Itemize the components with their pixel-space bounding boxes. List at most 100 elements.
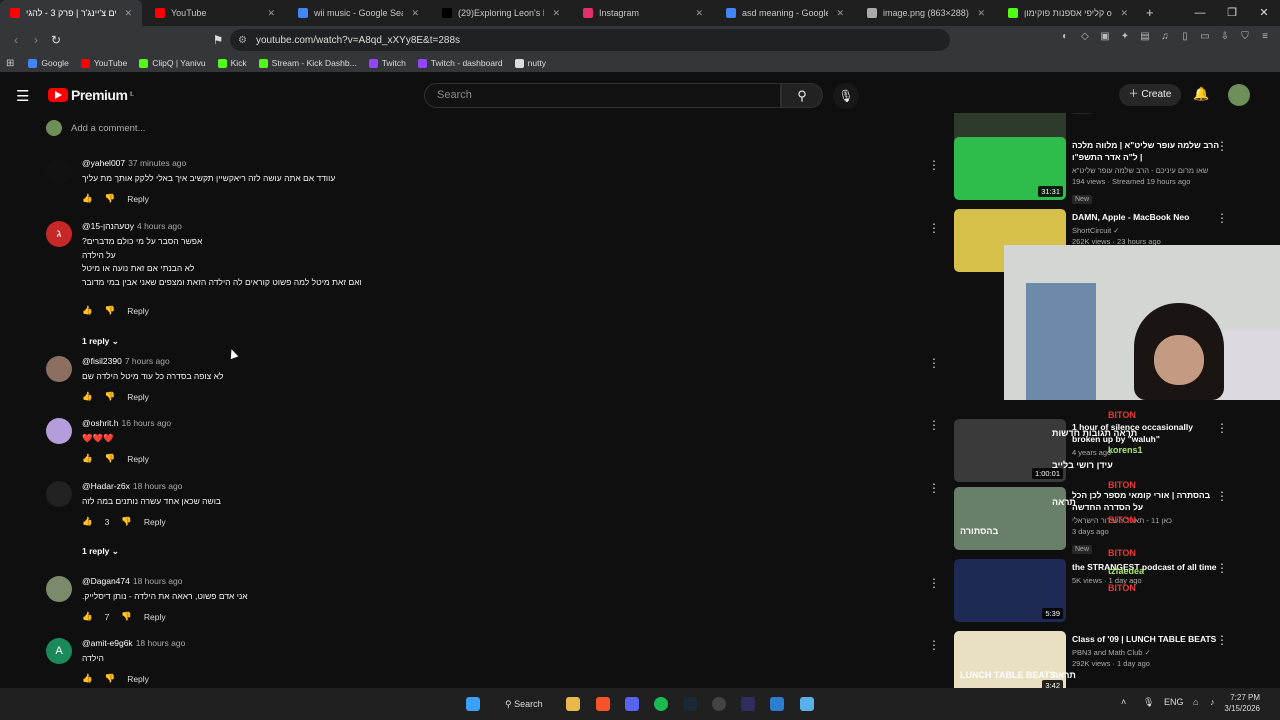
youtube-logo[interactable]: Premium IL (48, 87, 134, 103)
comment-author[interactable]: @Dagan474 (82, 576, 130, 586)
bookmark-page-icon[interactable]: ⚑ (208, 33, 228, 47)
video-title[interactable]: DAMN, Apple - MacBook Neo (1072, 211, 1222, 223)
comment-time[interactable]: 16 hours ago (122, 418, 172, 428)
puzzle-icon[interactable]: ✦ (1118, 30, 1132, 44)
comment-author[interactable]: @oshrit.h (82, 418, 119, 428)
extension-icon[interactable]: ◇ (1078, 30, 1092, 44)
app-icon[interactable] (770, 697, 784, 711)
taskbar-search[interactable]: ⚲ Search (497, 695, 552, 713)
network-icon[interactable]: ⌂ (1193, 697, 1198, 707)
reply-button[interactable]: Reply (127, 454, 149, 464)
menu-icon[interactable]: ≡ (1258, 30, 1272, 44)
avatar[interactable]: A (46, 638, 72, 664)
avatar[interactable] (46, 576, 72, 602)
like-icon[interactable]: 👍 (82, 611, 93, 622)
comment-author[interactable]: @yahel007 (82, 158, 125, 168)
dislike-icon[interactable]: 👎 (105, 305, 116, 316)
tray-chevron-icon[interactable]: ˄ (1121, 697, 1126, 707)
video-thumbnail[interactable]: 31:31 (954, 137, 1066, 200)
more-options-icon[interactable]: ⋮ (928, 356, 940, 370)
bookmark-item[interactable]: Kick (217, 58, 247, 68)
dislike-icon[interactable]: 👎 (121, 516, 132, 527)
comment-time[interactable]: 4 hours ago (137, 221, 182, 231)
shield-icon[interactable]: ⛉ (1238, 30, 1252, 44)
comment-time[interactable]: 18 hours ago (133, 576, 183, 586)
music-icon[interactable]: ♫ (1158, 30, 1172, 44)
browser-tab[interactable]: image.png (863×288) ✕ (857, 0, 995, 26)
browser-tab[interactable]: גיים צ'יינג'ר | פרק 3 - להגי ✕ (0, 0, 142, 26)
bookmark-item[interactable]: Google (28, 58, 69, 68)
browser-tab[interactable]: קליפי אספנות פוקימון oster Box ✕ (998, 0, 1138, 26)
comment-author[interactable]: @טעהנהן-15y (82, 221, 134, 231)
video-thumbnail[interactable]: 5:39 (954, 559, 1066, 622)
bookmark-item[interactable]: YouTube (80, 58, 127, 68)
comment-author[interactable]: @amit-e9g6k (82, 638, 133, 648)
sidebar-icon[interactable]: ▯ (1178, 30, 1192, 44)
add-comment-row[interactable]: Add a comment... (46, 120, 145, 136)
menu-hamburger-icon[interactable]: ☰ (16, 87, 29, 105)
reply-button[interactable]: Reply (127, 392, 149, 402)
apps-grid-icon[interactable]: ⊞ (6, 58, 14, 69)
more-options-icon[interactable]: ⋮ (928, 418, 940, 432)
spotify-icon[interactable] (654, 697, 668, 711)
replies-toggle[interactable]: 1 reply ⌄ (82, 546, 119, 557)
discord-icon[interactable] (625, 697, 639, 711)
video-title[interactable]: Class of '09 | LUNCH TABLE BEATS (1072, 633, 1222, 645)
tab-close-icon[interactable]: ✕ (695, 8, 703, 19)
brave-browser-icon[interactable] (596, 697, 610, 711)
clock[interactable]: 7:27 PM 3/15/2026 (1224, 692, 1260, 714)
tab-close-icon[interactable]: ✕ (411, 8, 419, 19)
like-icon[interactable]: 👍 (82, 453, 93, 464)
obs-icon[interactable] (712, 697, 726, 711)
video-thumbnail[interactable]: בהסתורה (954, 487, 1066, 550)
bookmark-item[interactable]: ClipQ | Yanivu (139, 58, 206, 68)
more-options-icon[interactable]: ⋮ (928, 481, 940, 495)
reply-button[interactable]: Reply (144, 517, 166, 527)
video-title[interactable]: הרב שלמה עופר שליט"א | מלווה מלכה | ל"ה … (1072, 139, 1222, 163)
more-options-icon[interactable]: ⋮ (928, 576, 940, 590)
search-input[interactable]: Search (424, 83, 781, 108)
language-indicator[interactable]: ENG (1164, 697, 1184, 707)
add-comment-placeholder[interactable]: Add a comment... (71, 123, 145, 134)
video-thumbnail[interactable]: LUNCH TABLE BEATS 3:42 (954, 631, 1066, 688)
avatar[interactable] (46, 158, 72, 184)
tab-close-icon[interactable]: ✕ (267, 8, 275, 19)
dislike-icon[interactable]: 👎 (105, 673, 116, 684)
address-bar[interactable]: ⚙ youtube.com/watch?v=A8qd_xXYy8E&t=288s (230, 29, 950, 51)
notepad-icon[interactable] (800, 697, 814, 711)
comment-time[interactable]: 37 minutes ago (128, 158, 186, 168)
reload-icon[interactable]: ↻ (46, 33, 66, 47)
comment-time[interactable]: 18 hours ago (133, 481, 183, 491)
avatar[interactable]: ג (46, 221, 72, 247)
minimize-icon[interactable]: — (1184, 0, 1216, 26)
app-icon[interactable] (741, 697, 755, 711)
file-explorer-icon[interactable] (566, 697, 580, 711)
extension-icon[interactable]: ▤ (1138, 30, 1152, 44)
create-button[interactable]: ＋ Create (1119, 84, 1181, 106)
tab-close-icon[interactable]: ✕ (1120, 8, 1128, 19)
steam-icon[interactable] (683, 697, 697, 711)
more-options-icon[interactable]: ⋮ (1216, 421, 1228, 435)
extension-icon[interactable]: ◐ (1058, 30, 1072, 44)
comment-time[interactable]: 7 hours ago (125, 356, 170, 366)
like-icon[interactable]: 👍 (82, 516, 93, 527)
user-avatar[interactable] (1228, 84, 1250, 106)
dislike-icon[interactable]: 👎 (121, 611, 132, 622)
replies-toggle[interactable]: 1 reply ⌄ (82, 336, 119, 347)
browser-tab[interactable]: (29)Exploring Leon's Love Inter ✕ (432, 0, 570, 26)
comment-author[interactable]: @Hadar-z6x (82, 481, 130, 491)
more-options-icon[interactable]: ⋮ (928, 158, 940, 172)
bookmark-item[interactable]: Stream - Kick Dashb... (258, 58, 357, 68)
like-icon[interactable]: 👍 (82, 673, 93, 684)
bookmark-item[interactable]: Twitch - dashboard (417, 58, 503, 68)
forward-icon[interactable]: › (26, 33, 46, 47)
avatar[interactable] (46, 418, 72, 444)
comment-time[interactable]: 18 hours ago (136, 638, 186, 648)
extension-icon[interactable]: ▣ (1098, 30, 1112, 44)
bookmark-item[interactable]: Twitch (368, 58, 406, 68)
reply-button[interactable]: Reply (127, 194, 149, 204)
search-button[interactable]: ⚲ (781, 83, 823, 108)
download-icon[interactable]: ⇩ (1218, 30, 1232, 44)
reply-button[interactable]: Reply (127, 674, 149, 684)
browser-tab[interactable]: YouTube ✕ (145, 0, 285, 26)
